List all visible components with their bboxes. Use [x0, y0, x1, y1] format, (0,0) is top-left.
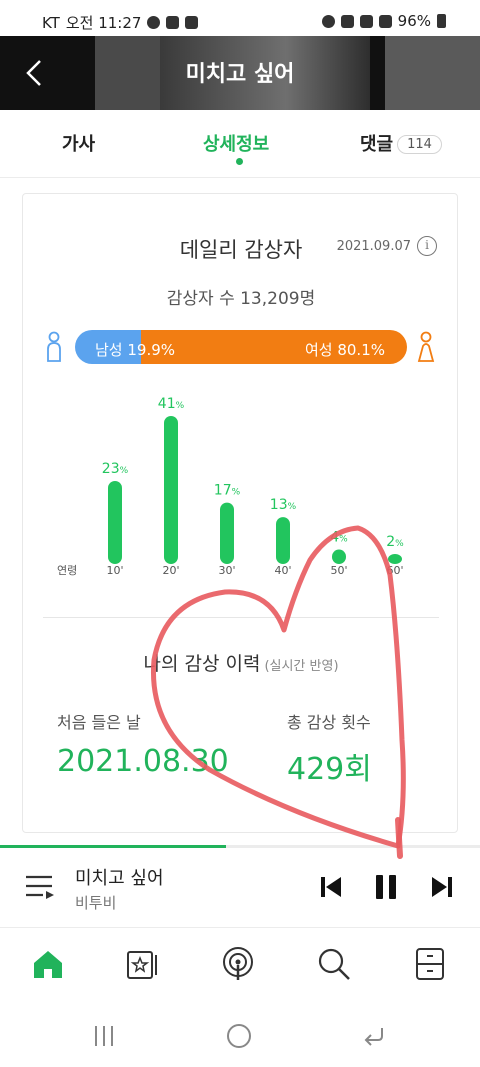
bar-20	[164, 416, 178, 564]
tick-label: 30'	[218, 564, 235, 577]
history-title-text: 나의 감상 이력	[143, 653, 261, 675]
tick-label: 20'	[162, 564, 179, 577]
tab-comments[interactable]: 댓글 114	[360, 130, 442, 156]
data-label: 4%	[330, 530, 348, 546]
female-ratio-label: 여성 80.1%	[304, 341, 385, 359]
bar-10	[108, 480, 122, 564]
data-label: 17%	[214, 483, 241, 499]
tick-label: 40'	[274, 564, 291, 577]
tab-comments-label: 댓글	[360, 134, 394, 155]
detail-tabs: 가사 상세정보 댓글 114	[0, 110, 480, 178]
notification-icon	[147, 16, 161, 29]
first-listen-date: 2021.08.30	[57, 744, 229, 779]
bar-50	[332, 549, 346, 564]
search-icon[interactable]	[316, 946, 352, 982]
pause-icon[interactable]	[373, 874, 399, 900]
listener-count: 감상자 수 13,209명	[166, 289, 316, 309]
male-icon	[47, 331, 61, 362]
bar-60	[388, 554, 402, 564]
next-track-icon[interactable]	[429, 874, 455, 900]
bar-40	[276, 517, 290, 564]
tick-label: 60'	[386, 564, 403, 577]
music-card-icon[interactable]	[124, 946, 160, 982]
recent-apps-icon[interactable]	[90, 1022, 118, 1050]
stats-date: 2021.09.07	[336, 239, 411, 254]
info-icon[interactable]: i	[417, 236, 437, 256]
age-bar-chart: 연령 23% 10' 41% 20' 17% 30' 13% 40' 4% 50' 2% 60'	[57, 396, 404, 577]
previous-track-icon[interactable]	[318, 874, 344, 900]
tab-details[interactable]: 상세정보	[203, 130, 269, 156]
tick-label: 10'	[106, 564, 123, 577]
daily-listeners-card: 데일리 감상자 2021.09.07 i 감상자 수 13,209명 남성 19…	[22, 193, 458, 833]
male-ratio-label: 남성 19.9%	[95, 341, 176, 359]
data-label: 13%	[270, 497, 297, 513]
bar-30	[220, 502, 234, 564]
total-plays-count: 429회	[287, 752, 372, 787]
app-notification-icon	[166, 16, 180, 29]
first-listen-label: 처음 들은 날	[57, 713, 141, 732]
wifi-icon	[359, 14, 373, 28]
system-navigation	[0, 1000, 480, 1067]
active-tab-indicator	[236, 158, 243, 165]
clock: 오전 11:27	[65, 14, 142, 32]
history-subtitle: (실시간 반영)	[264, 659, 339, 674]
now-playing-title[interactable]: 미치고 싶어	[75, 864, 164, 890]
home-button-icon[interactable]	[225, 1022, 253, 1050]
female-icon	[417, 331, 435, 362]
bottom-navigation	[0, 928, 480, 1000]
data-label: 2%	[386, 534, 404, 550]
back-button-icon[interactable]	[360, 1022, 388, 1050]
tick-label: 50'	[330, 564, 347, 577]
song-header: 미치고 싶어	[0, 36, 480, 110]
data-label: 23%	[102, 461, 129, 477]
signal-icon	[378, 14, 392, 28]
divider	[43, 617, 439, 618]
comment-count-badge: 114	[397, 135, 442, 154]
storage-icon[interactable]	[412, 946, 448, 982]
history-title: 나의 감상 이력 (실시간 반영)	[23, 649, 459, 676]
home-icon[interactable]	[30, 946, 66, 982]
tab-lyrics[interactable]: 가사	[62, 130, 95, 156]
podcast-icon[interactable]	[220, 946, 256, 982]
total-plays-label: 총 감상 횟수	[287, 713, 371, 732]
alarm-icon	[321, 14, 335, 28]
gallery-notification-icon	[185, 16, 199, 29]
mute-icon	[340, 14, 354, 28]
mini-player: 미치고 싶어 비투비	[0, 848, 480, 928]
battery-icon	[437, 14, 446, 28]
status-bar: KT 오전 11:27 96%	[0, 0, 480, 36]
battery-percent: 96%	[397, 12, 431, 30]
now-playing-artist[interactable]: 비투비	[75, 892, 116, 913]
playlist-icon[interactable]	[25, 874, 55, 900]
carrier-label: KT	[42, 13, 60, 32]
data-label: 41%	[158, 396, 185, 412]
page-title: 미치고 싶어	[185, 62, 295, 87]
x-axis-label: 연령	[57, 564, 77, 577]
